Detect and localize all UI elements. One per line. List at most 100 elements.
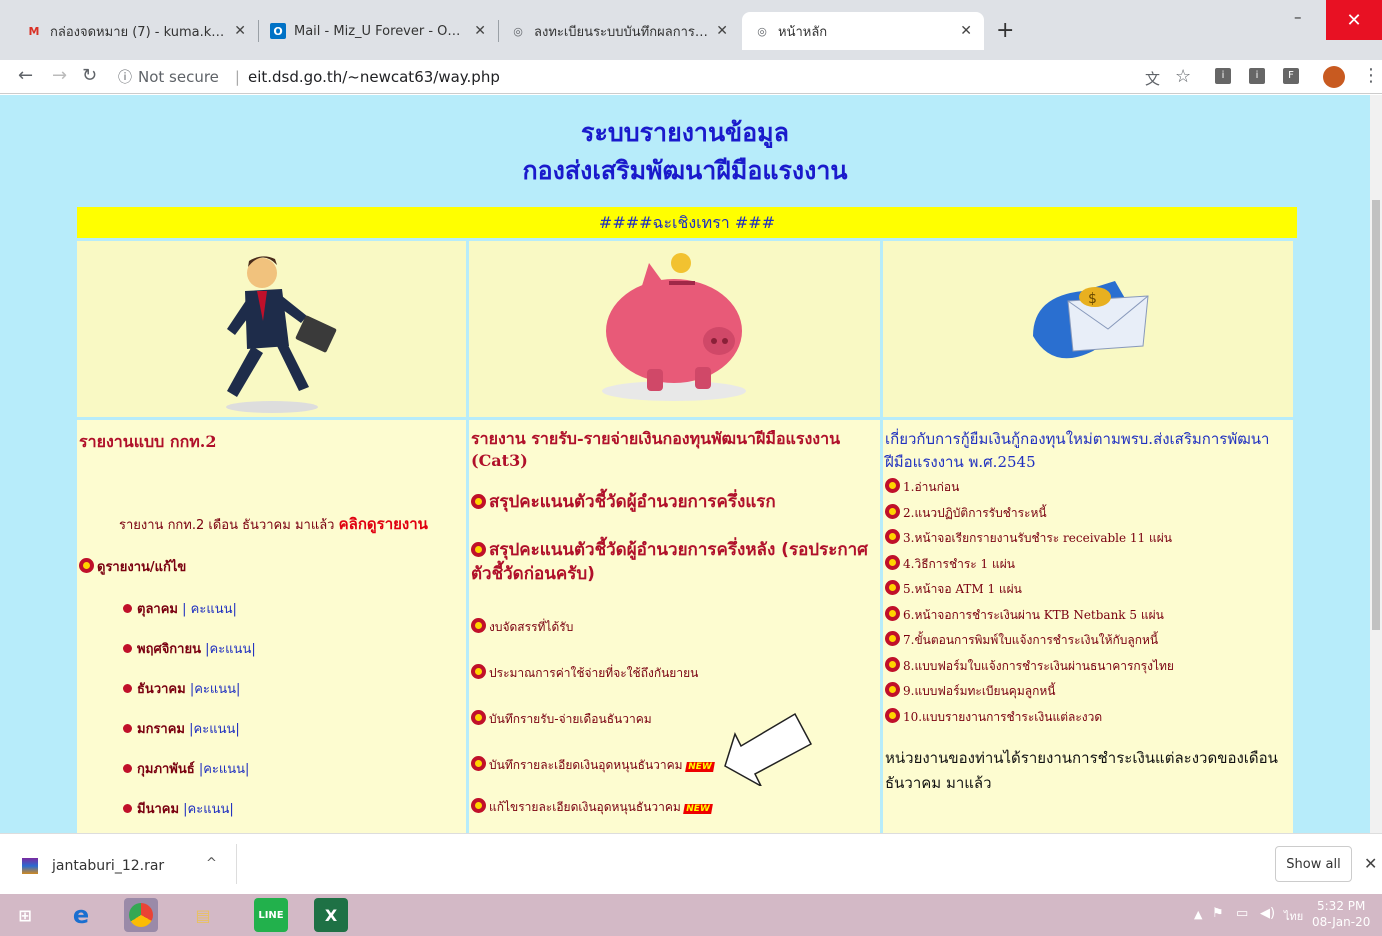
flower-icon [885, 529, 900, 544]
url-field[interactable]: ⓘ Not secure | eit.dsd.go.th/~newcat63/w… [118, 63, 1128, 90]
subsidy-edit-link[interactable]: แก้ไขรายละเอียดเงินอุดหนุนธันวาคม NEW [471, 798, 713, 817]
minimize-icon[interactable]: – [1294, 8, 1302, 26]
link-label: 4.วิธีการชำระ 1 แผ่น [903, 557, 1015, 571]
new-tab-button[interactable]: + [996, 18, 1014, 43]
link-label: 10.แบบรายงานการชำระเงินแต่ละงวด [903, 710, 1103, 724]
volume-icon[interactable]: ◀) [1260, 906, 1275, 921]
loan-doc-link[interactable]: 5.หน้าจอ ATM 1 แผ่น [885, 580, 1022, 599]
page-subtitle: กองส่งเสริมพัฒนาฝีมือแรงงาน [522, 156, 848, 185]
score-link[interactable]: คะแนน| [188, 802, 234, 817]
translate-icon[interactable]: 文 [1145, 68, 1160, 89]
download-filename[interactable]: jantaburi_12.rar [52, 858, 164, 874]
bullet-icon [123, 684, 132, 693]
tray-arrow-icon[interactable]: ▲ [1194, 908, 1202, 921]
score-link[interactable]: คะแนน| [191, 602, 237, 617]
reload-icon[interactable]: ↻ [82, 65, 97, 86]
flower-icon [885, 708, 900, 723]
url-text: eit.dsd.go.th/~newcat63/way.php [247, 67, 500, 86]
close-icon[interactable]: ✕ [1364, 854, 1377, 873]
back-icon[interactable]: ← [18, 65, 33, 86]
expense-estimate-link[interactable]: ประมาณการค่าใช้จ่ายที่จะใช้ถึงกันยายน [471, 664, 698, 683]
arrow-pointer-icon [724, 712, 813, 786]
rar-file-icon [22, 858, 38, 874]
windows-start-icon[interactable]: ⊞ [8, 898, 42, 932]
budget-link[interactable]: งบจัดสรรที่ได้รับ [471, 618, 573, 637]
month-link[interactable]: มีนาคม [137, 802, 179, 817]
extension-icon[interactable]: i [1249, 68, 1265, 84]
subsidy-record-link[interactable]: บันทึกรายละเอียดเงินอุดหนุนธันวาคม NEW [471, 756, 715, 775]
divider [236, 844, 237, 884]
tab-home[interactable]: ◎ หน้าหลัก ✕ [742, 12, 984, 50]
close-icon[interactable]: ✕ [960, 23, 972, 39]
loan-doc-link[interactable]: 9.แบบฟอร์มทะเบียนคุมลูกหนี้ [885, 682, 1055, 701]
month-link[interactable]: กุมภาพันธ์ [137, 762, 195, 777]
income-expense-link[interactable]: บันทึกรายรับ-จ่ายเดือนธันวาคม [471, 710, 652, 729]
close-icon[interactable]: ✕ [474, 23, 486, 39]
link-label: สรุปคะแนนตัวชี้วัดผู้อำนวยการครึ่งหลัง (… [471, 540, 868, 584]
profile-avatar[interactable] [1323, 66, 1345, 88]
score-link[interactable]: คะแนน| [210, 642, 256, 657]
loan-doc-link[interactable]: 8.แบบฟอร์มใบแจ้งการชำระเงินผ่านธนาคารกรุ… [885, 657, 1174, 676]
first-half-score-link[interactable]: สรุปคะแนนตัวชี้วัดผู้อำนวยการครึ่งแรก [471, 490, 871, 514]
tab-title: กล่องจดหมาย (7) - kuma.khongkw [50, 24, 226, 40]
month-link[interactable]: ธันวาคม [137, 682, 186, 697]
tab-title: ลงทะเบียนระบบบันทึกผลการพัฒนาบุค [534, 24, 708, 40]
loan-doc-link[interactable]: 3.หน้าจอเรียกรายงานรับชำระ receivable 11… [885, 529, 1172, 548]
security-label: Not secure [138, 67, 219, 86]
network-icon[interactable]: ▭ [1236, 906, 1248, 921]
month-link[interactable]: ตุลาคม [137, 602, 178, 617]
link-label: 6.หน้าจอการชำระเงินผ่าน KTB Netbank 5 แผ… [903, 608, 1164, 622]
tab-gmail[interactable]: M กล่องจดหมาย (7) - kuma.khongkw ✕ [14, 12, 258, 50]
info-icon[interactable]: ⓘ [118, 67, 132, 87]
loan-doc-link[interactable]: 7.ขั้นตอนการพิมพ์ใบแจ้งการชำระเงินให้กับ… [885, 631, 1158, 650]
ie-icon[interactable]: e [64, 898, 98, 932]
chevron-up-icon[interactable]: ^ [206, 856, 217, 871]
score-link[interactable]: คะแนน| [194, 682, 240, 697]
tab-outlook[interactable]: O Mail - Miz_U Forever - Outlook ✕ [258, 12, 498, 50]
cat3-report-panel: รายงาน รายรับ-รายจ่ายเงินกองทุนพัฒนาฝีมื… [469, 420, 880, 833]
show-all-button[interactable]: Show all [1275, 846, 1352, 882]
loan-doc-link[interactable]: 2.แนวปฏิบัติการรับชำระหนี้ [885, 504, 1047, 523]
menu-icon[interactable]: ⋮ [1362, 65, 1380, 86]
scrollbar-thumb[interactable] [1372, 200, 1380, 630]
excel-icon[interactable]: X [314, 898, 348, 932]
line-app-icon[interactable]: LINE [254, 898, 288, 932]
link-label: 1.อ่านก่อน [903, 480, 960, 494]
close-icon[interactable]: ✕ [716, 23, 728, 39]
bookmark-star-icon[interactable]: ☆ [1175, 66, 1191, 87]
view-edit-link[interactable]: ดูรายงาน/แก้ไข [79, 556, 186, 577]
score-link[interactable]: คะแนน| [203, 762, 249, 777]
gmail-icon: M [28, 24, 40, 38]
score-link[interactable]: คะแนน| [194, 722, 240, 737]
tab-registration[interactable]: ◎ ลงทะเบียนระบบบันทึกผลการพัฒนาบุค ✕ [498, 12, 740, 50]
clock[interactable]: 5:32 PM 08-Jan-20 [1312, 898, 1370, 930]
file-explorer-icon[interactable]: ▤ [186, 898, 220, 932]
loan-doc-link[interactable]: 4.วิธีการชำระ 1 แผ่น [885, 555, 1015, 574]
link-label: 9.แบบฟอร์มทะเบียนคุมลูกหนี้ [903, 684, 1056, 698]
month-link[interactable]: มกราคม [137, 722, 185, 737]
loan-info-panel: เกี่ยวกับการกู้ยืมเงินกู้กองทุนใหม่ตามพร… [883, 420, 1293, 833]
loan-doc-link[interactable]: 10.แบบรายงานการชำระเงินแต่ละงวด [885, 708, 1102, 727]
window-close-button[interactable]: ✕ [1326, 0, 1382, 40]
bullet-icon [123, 724, 132, 733]
chrome-icon[interactable] [124, 898, 158, 932]
page-scrollbar[interactable] [1370, 95, 1382, 833]
extension-icon[interactable]: i [1215, 68, 1231, 84]
separator: | [185, 722, 194, 737]
link-label: สรุปคะแนนตัวชี้วัดผู้อำนวยการครึ่งแรก [489, 492, 776, 512]
flag-icon[interactable]: ⚑ [1212, 906, 1224, 921]
view-report-link[interactable]: คลิกดูรายงาน [339, 515, 428, 533]
second-half-score-link[interactable]: สรุปคะแนนตัวชี้วัดผู้อำนวยการครึ่งหลัง (… [471, 538, 871, 586]
flower-icon [471, 798, 486, 813]
page-title: ระบบรายงานข้อมูล [581, 118, 789, 147]
month-link[interactable]: พฤศจิกายน [137, 642, 201, 657]
input-language[interactable]: ไทย [1284, 907, 1303, 925]
flower-icon [471, 618, 486, 633]
forward-icon[interactable]: → [52, 65, 67, 86]
flower-icon [471, 710, 486, 725]
loan-doc-link[interactable]: 6.หน้าจอการชำระเงินผ่าน KTB Netbank 5 แผ… [885, 606, 1164, 625]
notice-text: รายงาน กกท.2 เดือน ธันวาคม มาแล้ว [119, 518, 339, 533]
close-icon[interactable]: ✕ [234, 23, 246, 39]
loan-doc-link[interactable]: 1.อ่านก่อน [885, 478, 959, 497]
extension-icon[interactable]: F [1283, 68, 1299, 84]
